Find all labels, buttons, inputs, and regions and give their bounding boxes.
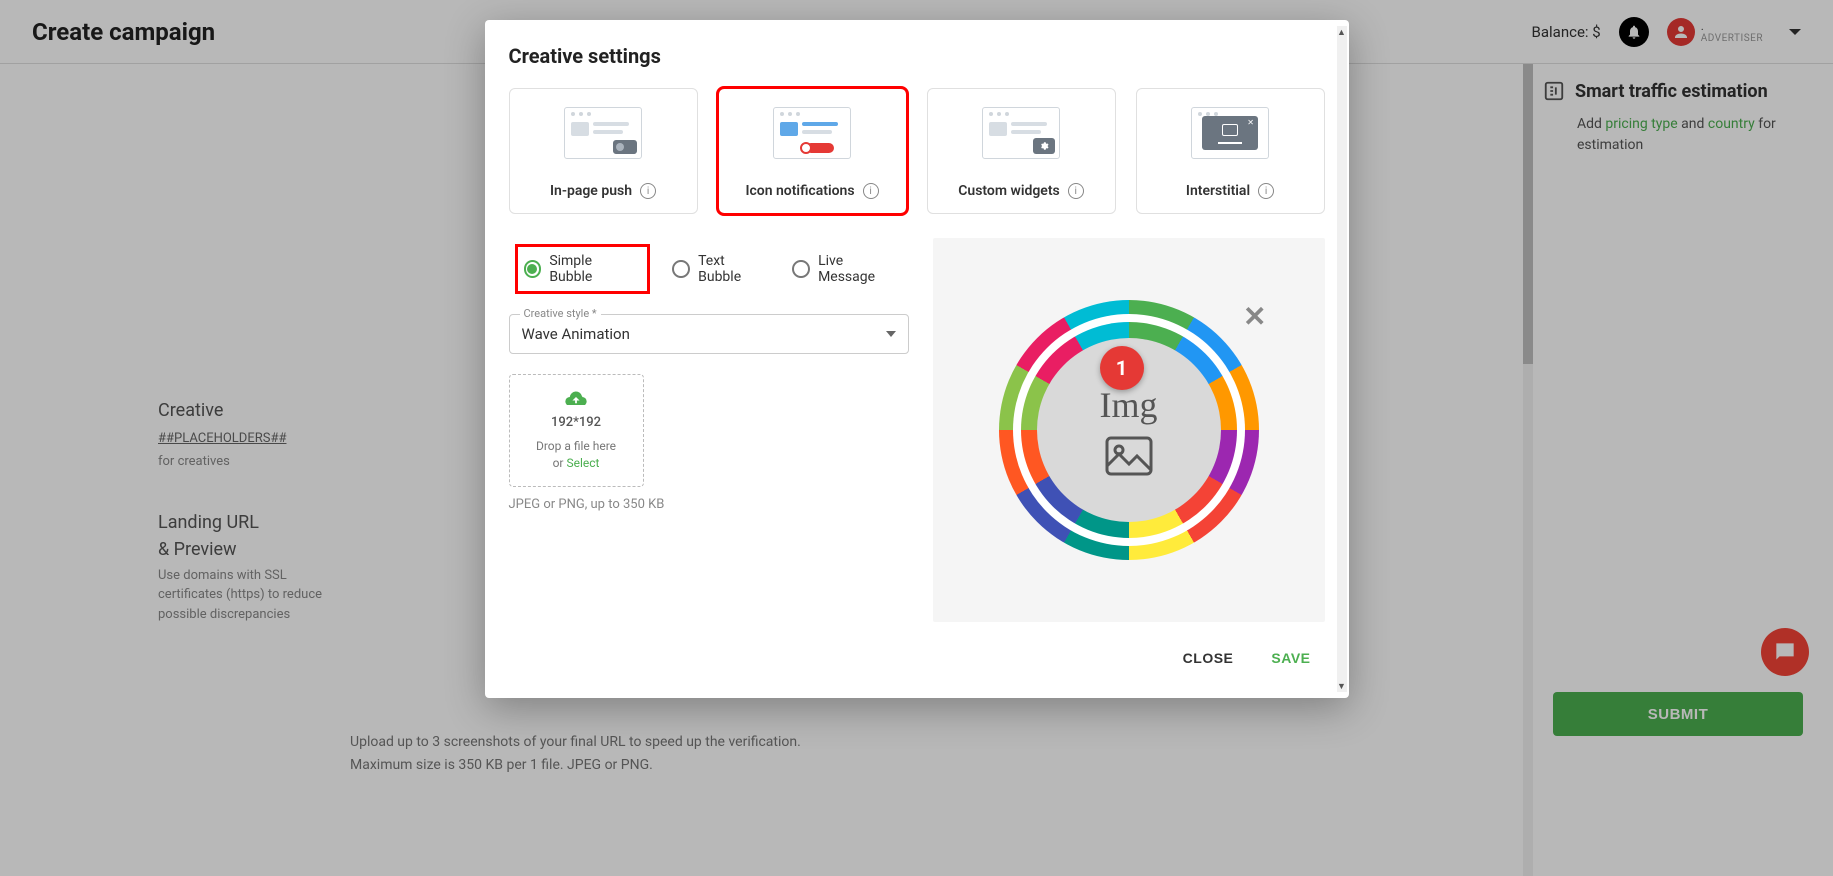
upload-select-link[interactable]: Select [566,456,599,470]
interstitial-icon [1191,107,1269,159]
creative-style-select[interactable]: Creative style * Wave Animation [509,314,909,354]
type-label: Icon notifications [745,183,854,199]
bubble-preview: Img 1 [999,300,1259,560]
modal-title: Creative settings [509,44,1325,68]
info-icon[interactable]: i [640,183,656,199]
icon-notifications-icon [773,107,851,159]
creative-settings-modal: ▲ ▼ Creative settings In-page push i Icon… [485,20,1349,698]
notification-badge: 1 [1100,346,1144,390]
type-label: Custom widgets [958,183,1060,199]
save-button[interactable]: SAVE [1267,642,1314,674]
modal-scrollbar[interactable]: ▲ ▼ [1337,26,1347,692]
image-placeholder-icon [1105,436,1153,476]
info-icon[interactable]: i [863,183,879,199]
radio-live-message[interactable]: Live Message [792,253,902,285]
type-label: Interstitial [1186,183,1250,199]
upload-note: JPEG or PNG, up to 350 KB [509,497,909,512]
upload-dropzone[interactable]: 192*192 Drop a file here or Select [509,374,644,487]
select-label: Creative style * [520,307,601,320]
radio-label: Text Bubble [698,253,770,285]
upload-or: or [553,456,567,470]
preview-close-icon[interactable]: ✕ [1243,300,1266,333]
type-card-icon-notifications[interactable]: Icon notifications i [718,88,907,214]
radio-icon [792,260,810,278]
radio-simple-bubble[interactable]: Simple Bubble [524,253,638,285]
info-icon[interactable]: i [1068,183,1084,199]
inpage-push-icon [564,107,642,159]
radio-text-bubble[interactable]: Text Bubble [672,253,770,285]
upload-dimensions: 192*192 [518,415,635,430]
type-card-interstitial[interactable]: Interstitial i [1136,88,1325,214]
radio-icon [672,260,690,278]
preview-panel: ✕ Img 1 [933,238,1325,622]
info-icon[interactable]: i [1258,183,1274,199]
upload-hint: Drop a file here [536,439,616,453]
cloud-upload-icon [518,389,635,409]
select-value: Wave Animation [522,325,630,343]
type-card-custom-widgets[interactable]: Custom widgets i [927,88,1116,214]
radio-icon [524,260,542,278]
type-label: In-page push [550,183,632,199]
chevron-down-icon [886,331,896,337]
close-button[interactable]: CLOSE [1179,642,1238,674]
type-card-inpage-push[interactable]: In-page push i [509,88,698,214]
radio-label: Live Message [818,253,902,285]
radio-label: Simple Bubble [549,253,637,285]
custom-widgets-icon [982,107,1060,159]
preview-img-label: Img [1100,384,1158,426]
